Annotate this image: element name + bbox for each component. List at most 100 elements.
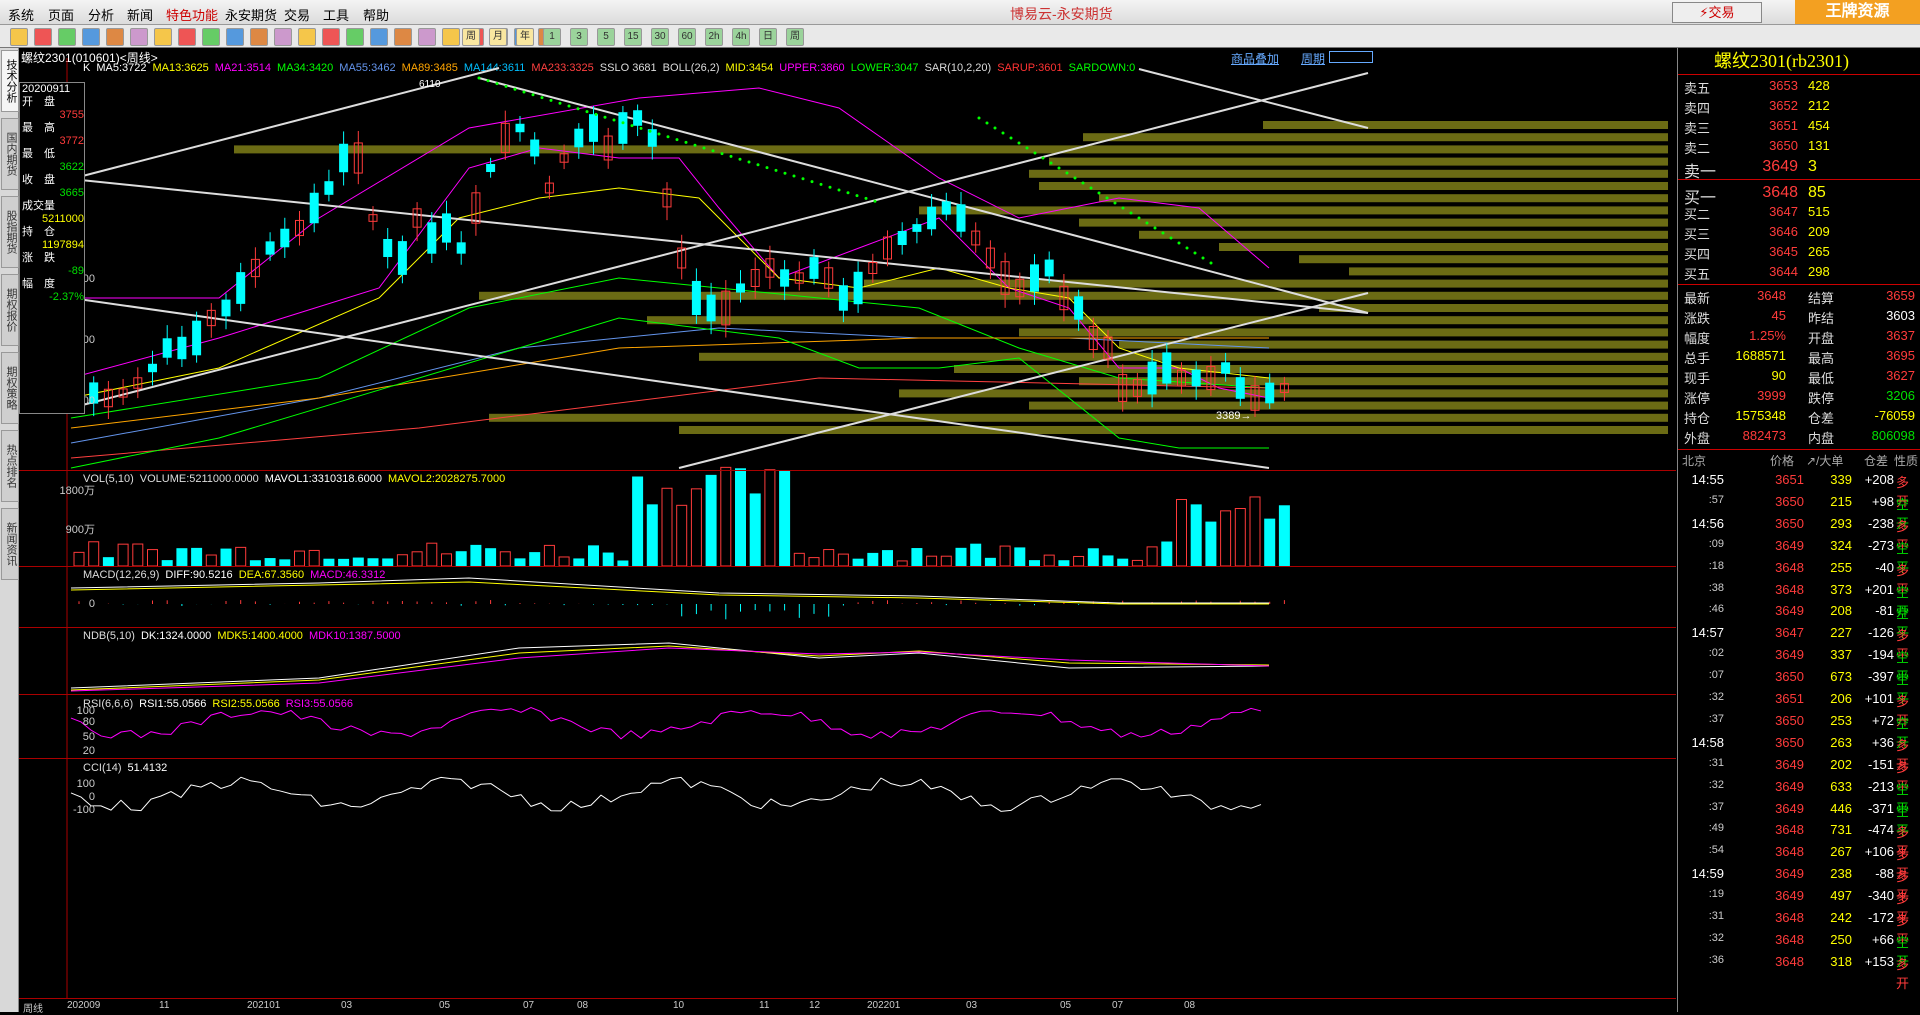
period-button[interactable]: 年 <box>516 28 534 46</box>
high-annotation: 6110 <box>419 79 441 90</box>
tick-price: 3650 <box>1775 493 1804 509</box>
toolbar-icon[interactable] <box>106 28 124 46</box>
toolbar-icon[interactable] <box>58 28 76 46</box>
tick-oichange: +153 <box>1864 953 1894 969</box>
menu-item[interactable]: 系统 <box>8 5 34 24</box>
period-button[interactable]: 3 <box>570 28 588 46</box>
bid-row[interactable]: 买三 3646 209 <box>1678 224 1920 244</box>
ask-row[interactable]: 卖一 3649 3 <box>1678 158 1920 181</box>
info-open: 3755 <box>59 109 84 121</box>
tick-oichange: +72 <box>1871 712 1894 728</box>
candle-body <box>221 299 231 317</box>
trade-button[interactable]: ⚡交易 <box>1672 2 1762 23</box>
toolbar-icon[interactable] <box>370 28 388 46</box>
volume-bar <box>294 550 305 567</box>
period-button[interactable]: 1 <box>543 28 561 46</box>
volume-bar <box>411 551 423 567</box>
menu-item[interactable]: 工具 <box>323 5 349 24</box>
toolbar-icon[interactable] <box>442 28 460 46</box>
date-tick: 12 <box>809 1000 821 1011</box>
candle-body <box>897 230 907 246</box>
panel-divider <box>19 566 1676 567</box>
ask-row[interactable]: 卖二 3650 131 <box>1678 138 1920 158</box>
menu-item[interactable]: 帮助 <box>363 5 389 24</box>
bid-row[interactable]: 买五 3644 298 <box>1678 264 1920 284</box>
ask-row[interactable]: 卖四 3652 212 <box>1678 98 1920 118</box>
period-button[interactable]: 15 <box>624 28 642 46</box>
sidebar-tab[interactable]: 期权报价 <box>1 274 19 346</box>
menu-item[interactable]: 交易 <box>284 5 310 24</box>
toolbar-icon[interactable] <box>298 28 316 46</box>
bid-row[interactable]: 买一 3648 85 <box>1678 184 1920 207</box>
candle-body <box>177 336 187 360</box>
volume-profile-bar <box>1099 194 1668 203</box>
stat-value: 1688571 <box>1735 348 1786 363</box>
period-button[interactable]: 5 <box>597 28 615 46</box>
candle-body <box>1265 382 1275 404</box>
sidebar-tab[interactable]: 新闻资讯 <box>1 508 19 580</box>
period-button[interactable]: 2h <box>705 28 723 46</box>
period-button[interactable]: 30 <box>651 28 669 46</box>
toolbar-icon[interactable] <box>82 28 100 46</box>
sar-dot <box>1065 171 1069 175</box>
period-button[interactable]: 日 <box>759 28 777 46</box>
tick-price: 3648 <box>1775 559 1804 575</box>
toolbar-icon[interactable] <box>346 28 364 46</box>
menu-item[interactable]: 特色功能 <box>166 5 218 24</box>
ma-line <box>70 776 1262 812</box>
date-tick: 05 <box>439 1000 451 1011</box>
toolbar-icon[interactable] <box>226 28 244 46</box>
volume-bar <box>852 558 864 567</box>
period-button[interactable]: 周 <box>462 28 480 46</box>
menu-item[interactable]: 新闻 <box>127 5 153 24</box>
toolbar-icon[interactable] <box>10 28 28 46</box>
sar-dot <box>684 140 688 144</box>
candle-body <box>162 338 172 358</box>
sar-dot <box>495 82 499 86</box>
sidebar-tab[interactable]: 国内期货 <box>1 118 19 190</box>
toolbar-icon[interactable] <box>202 28 220 46</box>
bid-row[interactable]: 买四 3645 265 <box>1678 244 1920 264</box>
menu-item[interactable]: 永安期货 <box>225 5 277 24</box>
low-annotation: 3389→ <box>1216 410 1252 422</box>
stat-value: 3648 <box>1757 288 1786 303</box>
toolbar-icon[interactable] <box>322 28 340 46</box>
period-button[interactable]: 60 <box>678 28 696 46</box>
volume-bar <box>1249 496 1261 567</box>
toolbar-icon[interactable] <box>178 28 196 46</box>
info-high: 3772 <box>59 135 84 147</box>
period-button[interactable]: 月 <box>489 28 507 46</box>
tick-row: :07 3650 673 -397 空平 <box>1678 669 1920 706</box>
tick-row: :49 3648 731 -474 多平 <box>1678 822 1920 859</box>
period-button[interactable]: 周 <box>786 28 804 46</box>
sidebar-tab[interactable]: 股指期货 <box>1 196 19 268</box>
chart-area[interactable]: 螺纹2301(010601)<周线> 商品叠加 周期 K MA5:3722 MA13… <box>19 48 1676 1012</box>
toolbar-icon[interactable] <box>34 28 52 46</box>
sar-dot <box>540 96 544 100</box>
ask-row[interactable]: 卖三 3651 454 <box>1678 118 1920 138</box>
sar-dot <box>977 116 981 120</box>
toolbar-icon[interactable] <box>130 28 148 46</box>
volume-profile-bar <box>919 206 1668 215</box>
sidebar-tab[interactable]: 热点排名 <box>1 430 19 502</box>
menu-item[interactable]: 分析 <box>88 5 114 24</box>
sidebar-tab[interactable]: 技术分析 <box>1 50 19 112</box>
toolbar-icon[interactable] <box>394 28 412 46</box>
ask-row[interactable]: 卖五 3653 428 <box>1678 78 1920 98</box>
bid-volume: 85 <box>1808 184 1826 201</box>
volume-bar <box>499 551 511 567</box>
period-button[interactable]: 4h <box>732 28 750 46</box>
tick-time: 14:57 <box>1691 625 1724 641</box>
bid-volume: 265 <box>1808 244 1830 259</box>
menu-item[interactable]: 页面 <box>48 5 74 24</box>
volume-bar <box>661 487 673 567</box>
toolbar-icon[interactable] <box>250 28 268 46</box>
stat-row: 涨停 3999 跌停 3206 <box>1678 388 1920 408</box>
tick-oichange: -474 <box>1867 822 1894 838</box>
toolbar-icon[interactable] <box>154 28 172 46</box>
toolbar-icon[interactable] <box>418 28 436 46</box>
sidebar-tab[interactable]: 期权策略 <box>1 352 19 424</box>
bid-row[interactable]: 买二 3647 515 <box>1678 204 1920 224</box>
volume-bar <box>823 549 835 567</box>
toolbar-icon[interactable] <box>274 28 292 46</box>
